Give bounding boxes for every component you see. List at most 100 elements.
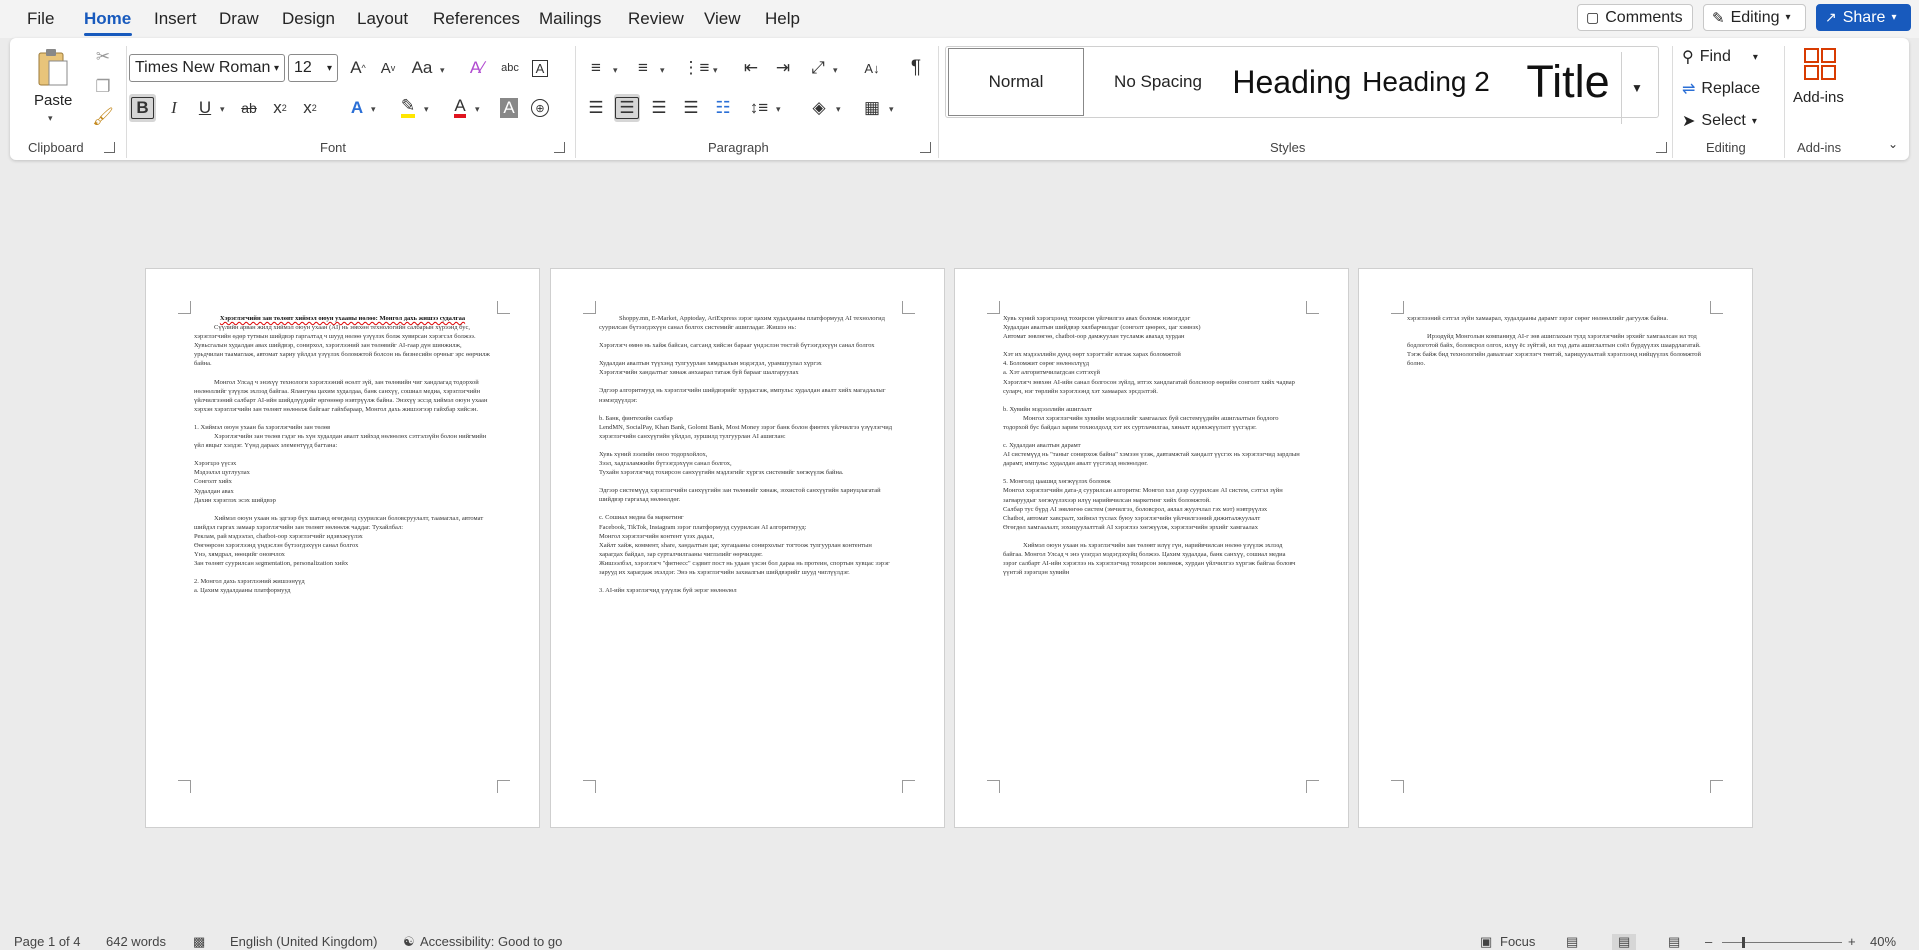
sort-icon[interactable]: A↓	[859, 55, 885, 81]
bold-button[interactable]: B	[129, 94, 156, 122]
line-spacing-icon[interactable]: ↕≡	[746, 94, 772, 122]
style-heading-2[interactable]: Heading 2	[1358, 48, 1494, 116]
select-button[interactable]: ➤ Select ▾	[1682, 111, 1757, 131]
collapse-ribbon-icon[interactable]: ⌄	[1883, 134, 1903, 154]
shading-bucket-icon[interactable]: ◈	[806, 94, 832, 122]
chevron-down-icon[interactable]: ▾	[327, 63, 332, 74]
menu-help[interactable]: Help	[765, 9, 800, 29]
underline-button[interactable]: U	[193, 94, 217, 122]
superscript-button[interactable]: x2	[298, 94, 322, 122]
font-dialog-launcher[interactable]	[554, 142, 565, 153]
chevron-down-icon[interactable]: ▾	[713, 65, 718, 76]
styles-dialog-launcher[interactable]	[1656, 142, 1667, 153]
multilevel-list-icon[interactable]: ⋮≡	[683, 55, 710, 81]
style-title[interactable]: Title	[1500, 48, 1636, 116]
chevron-down-icon[interactable]: ▾	[220, 104, 225, 115]
highlight-color-icon[interactable]: ✎	[395, 94, 421, 122]
shrink-font-icon[interactable]: Av	[375, 55, 401, 81]
menu-draw[interactable]: Draw	[219, 9, 259, 29]
zoom-out-icon[interactable]: –	[1705, 934, 1712, 949]
enclose-characters-icon[interactable]: ⊕	[528, 94, 552, 122]
align-right-icon[interactable]: ☰	[646, 94, 672, 122]
show-formatting-marks-icon[interactable]: ¶	[903, 55, 929, 81]
font-size-box[interactable]: 12 ▾	[288, 54, 338, 82]
chevron-down-icon[interactable]: ▾	[48, 113, 53, 124]
zoom-in-icon[interactable]: +	[1848, 934, 1856, 949]
comments-button[interactable]: ▢ Comments	[1577, 4, 1693, 31]
styles-more-button[interactable]: ▼	[1621, 52, 1652, 124]
character-border-icon[interactable]: A	[528, 55, 552, 81]
increase-indent-icon[interactable]: ⇥	[770, 55, 796, 81]
editing-mode-button[interactable]: ✎ Editing ▾	[1703, 4, 1806, 31]
menu-design[interactable]: Design	[282, 9, 335, 29]
subscript-button[interactable]: x2	[268, 94, 292, 122]
document-paragraph: Монгол хэрэглэгчийн хувийн мэдээллийг ха…	[1003, 414, 1281, 431]
chevron-down-icon[interactable]: ▾	[371, 104, 376, 115]
align-left-icon[interactable]: ☰	[583, 94, 609, 122]
decrease-indent-icon[interactable]: ⇤	[738, 55, 764, 81]
shading-icon[interactable]: A	[497, 94, 521, 122]
chevron-down-icon[interactable]: ▾	[776, 104, 781, 115]
focus-button[interactable]: Focus	[1500, 934, 1535, 949]
zoom-level[interactable]: 40%	[1870, 934, 1896, 949]
cut-icon[interactable]: ✂	[92, 46, 114, 68]
menu-view[interactable]: View	[704, 9, 741, 29]
document-page-2[interactable]: Shoppy.mn, E-Market, Apptoday, AriExpres…	[550, 268, 945, 828]
menu-home[interactable]: Home	[84, 9, 131, 29]
style-no-spacing[interactable]: No Spacing	[1090, 48, 1226, 116]
clipboard-dialog-launcher[interactable]	[104, 142, 115, 153]
menu-file[interactable]: File	[27, 9, 54, 29]
find-button[interactable]: ⚲ Find ▾	[1682, 47, 1758, 67]
zoom-slider[interactable]	[1722, 942, 1842, 943]
menu-references[interactable]: References	[433, 9, 520, 29]
font-color-icon[interactable]: A	[448, 94, 472, 122]
chevron-down-icon[interactable]: ▾	[424, 104, 429, 115]
chevron-down-icon[interactable]: ▾	[833, 65, 838, 76]
change-case-icon[interactable]: Aa	[408, 55, 436, 81]
grow-font-icon[interactable]: A ^	[345, 55, 371, 81]
numbering-icon[interactable]: ≡	[630, 55, 656, 81]
document-page-1[interactable]: Хэрэглэгчийн зан төлөвт хиймэл оюун ухаа…	[145, 268, 540, 828]
phonetic-guide-icon[interactable]: abc	[498, 55, 522, 81]
chevron-down-icon[interactable]: ▾	[274, 63, 279, 74]
document-page-4[interactable]: хэрэглээний сэтгэл зүйн хамаарал, худалд…	[1358, 268, 1753, 828]
menu-review[interactable]: Review	[628, 9, 684, 29]
add-ins-icon[interactable]	[1800, 46, 1840, 82]
style-heading[interactable]: Heading	[1228, 48, 1356, 116]
text-direction-icon[interactable]: ⤢	[805, 55, 831, 81]
language-indicator[interactable]: English (United Kingdom)	[230, 934, 377, 949]
zoom-slider-thumb[interactable]	[1742, 937, 1745, 948]
distributed-icon[interactable]: ☷	[710, 94, 736, 122]
chevron-down-icon[interactable]: ▾	[889, 104, 894, 115]
strikethrough-button[interactable]: ab	[236, 94, 262, 122]
style-normal[interactable]: Normal	[948, 48, 1084, 116]
italic-button[interactable]: I	[162, 94, 186, 122]
word-count[interactable]: 642 words	[106, 934, 166, 949]
chevron-down-icon[interactable]: ▾	[660, 65, 665, 76]
paragraph-dialog-launcher[interactable]	[920, 142, 931, 153]
add-ins-button-label[interactable]: Add-ins	[1793, 89, 1844, 106]
chevron-down-icon[interactable]: ▾	[440, 65, 445, 76]
paste-label[interactable]: Paste	[34, 92, 72, 109]
format-painter-icon[interactable]: 🖌	[92, 106, 114, 128]
page-count[interactable]: Page 1 of 4	[14, 934, 81, 949]
align-center-icon[interactable]: ☰	[614, 94, 640, 122]
menu-insert[interactable]: Insert	[154, 9, 197, 29]
chevron-down-icon[interactable]: ▾	[836, 104, 841, 115]
accessibility-status[interactable]: Accessibility: Good to go	[420, 934, 562, 949]
text-effects-icon[interactable]: A	[345, 94, 369, 122]
paste-icon[interactable]	[33, 46, 73, 90]
clear-formatting-icon[interactable]: A∕	[465, 55, 489, 81]
borders-icon[interactable]: ▦	[859, 94, 885, 122]
menu-layout[interactable]: Layout	[357, 9, 408, 29]
bullets-icon[interactable]: ≡	[583, 55, 609, 81]
chevron-down-icon[interactable]: ▾	[613, 65, 618, 76]
chevron-down-icon[interactable]: ▾	[475, 104, 480, 115]
document-page-3[interactable]: Хувь хүний хэрэгцээнд тохирсон үйлчилгээ…	[954, 268, 1349, 828]
menu-mailings[interactable]: Mailings	[539, 9, 601, 29]
font-name-box[interactable]: Times New Roman ▾	[129, 54, 285, 82]
share-button[interactable]: ↗ Share ▾	[1816, 4, 1911, 31]
copy-icon[interactable]: ❐	[92, 76, 114, 98]
justify-icon[interactable]: ☰	[678, 94, 704, 122]
replace-button[interactable]: ⇌ Replace	[1682, 79, 1760, 99]
